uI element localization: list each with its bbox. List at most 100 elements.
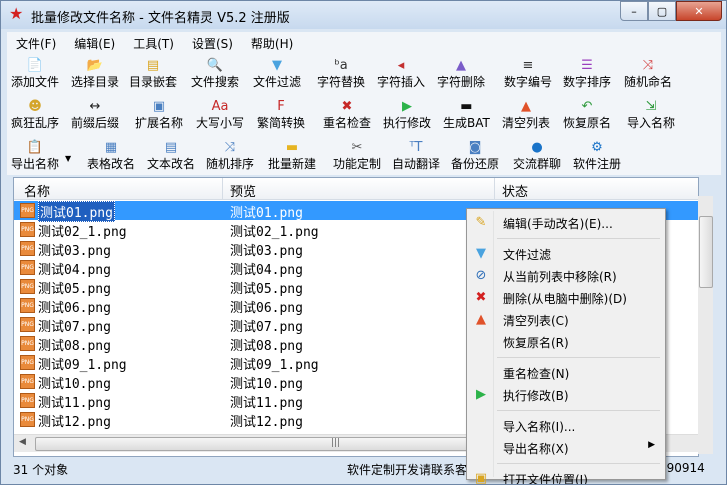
context-menu-item[interactable]: ▣ 打开文件位置(I) <box>469 468 663 484</box>
file-preview-name: 测试12.png <box>230 415 303 430</box>
context-menu-item-label: 执行修改(B) <box>503 389 569 403</box>
context-menu-item[interactable]: 导出名称(X) ▶ <box>469 437 663 458</box>
toolbar-button-label: 疯狂乱序 <box>11 116 60 130</box>
column-preview-header[interactable]: 预览 <box>230 181 256 200</box>
toolbar-button-label: 交流群聊 <box>513 157 562 171</box>
toolbar-button-label: 随机排序 <box>206 157 255 171</box>
toolbar-button-extension[interactable]: ▣ 扩展名称 <box>135 97 183 130</box>
toolbar-button-translate[interactable]: ᵀT 自动翻译 <box>392 138 440 171</box>
png-file-icon: PNG <box>20 355 35 370</box>
register-icon: ⚙ <box>591 140 603 155</box>
toolbar-button-random-sort[interactable]: ⤨ 随机排序 <box>206 138 254 171</box>
column-name-header[interactable]: 名称 <box>24 181 50 200</box>
delete-icon: ✖ <box>475 290 487 305</box>
toolbar-button-clear-list[interactable]: ▲ 清空列表 <box>502 97 550 130</box>
object-count: 31 个对象 <box>13 463 69 477</box>
png-file-icon: PNG <box>20 260 35 275</box>
toolbar-button-folder-nest[interactable]: ▤ 目录嵌套 <box>129 56 177 89</box>
toolbar-button-shuffle[interactable]: ⤨ 随机命名 <box>624 56 672 89</box>
scroll-left-icon[interactable]: ◀ <box>19 437 26 447</box>
minimize-button[interactable]: – <box>620 1 648 21</box>
context-menu-item[interactable]: 重名检查(N) <box>469 362 663 383</box>
title-bar: ★ 批量修改文件名称 - 文件名精灵 V5.2 注册版 – ▢ ✕ <box>1 1 726 29</box>
toolbar-button-label: 批量新建 <box>268 157 317 171</box>
context-menu-item-label: 重名检查(N) <box>503 367 570 381</box>
backup-icon: ◙ <box>468 140 482 155</box>
toolbar-button-search[interactable]: 🔍 文件搜索 <box>191 56 239 89</box>
file-name: 测试04.png <box>38 263 111 278</box>
toolbar-button-number[interactable]: ≡ 数字编号 <box>504 56 552 89</box>
toolbar-button-custom[interactable]: ✂ 功能定制 <box>333 138 381 171</box>
context-menu: ✎ 编辑(手动改名)(E)... ▼ 文件过滤 ⊘ 从当前列表中移除(R) ✖ 删除(从电脑中… <box>466 208 666 484</box>
menu-edit[interactable]: 编辑(E) <box>65 35 124 52</box>
toolbar-button-label: 数字排序 <box>563 75 612 89</box>
toolbar-button-new-folder[interactable]: ▬ 批量新建 <box>268 138 316 171</box>
maximize-button[interactable]: ▢ <box>648 1 676 21</box>
toolbar-button-label: 导入名称 <box>627 116 676 130</box>
random-sort-icon: ⤨ <box>224 140 236 155</box>
toolbar-button-prefix-suffix[interactable]: ↔ 前缀后缀 <box>71 97 119 130</box>
context-menu-item[interactable]: ▶ 执行修改(B) <box>469 384 663 405</box>
toolbar-button-check[interactable]: ✖ 重名检查 <box>323 97 371 130</box>
toolbar-button-replace[interactable]: ᵇa 字符替换 <box>317 56 365 89</box>
close-button[interactable]: ✕ <box>676 1 722 21</box>
menu-tools[interactable]: 工具(T) <box>124 35 183 52</box>
toolbar-button-crazy[interactable]: ☻ 疯狂乱序 <box>11 97 59 130</box>
context-menu-item[interactable]: ⊘ 从当前列表中移除(R) <box>469 265 663 286</box>
toolbar-button-import[interactable]: ⇲ 导入名称 <box>627 97 675 130</box>
list-header: 名称 预览 状态 <box>14 178 698 200</box>
text-icon: ▤ <box>164 140 178 155</box>
toolbar-button-filter[interactable]: ▼ 文件过滤 <box>253 56 301 89</box>
context-menu-item[interactable]: 导入名称(I)... <box>469 415 663 436</box>
context-menu-item[interactable]: 恢复原名(R) <box>469 331 663 352</box>
toolbar-button-bat[interactable]: ▬ 生成BAT <box>443 97 490 130</box>
menu-separator <box>497 357 660 358</box>
toolbar-button-convert[interactable]: F 繁简转换 <box>257 97 305 130</box>
vertical-scrollbar[interactable] <box>698 196 713 454</box>
toolbar-button-label: 目录嵌套 <box>129 75 178 89</box>
toolbar-button-label: 文件搜索 <box>191 75 240 89</box>
toolbar-button-insert[interactable]: ◂ 字符插入 <box>377 56 425 89</box>
add-file-icon: 📄 <box>26 58 44 73</box>
toolbar-button-add-file[interactable]: 📄 添加文件 <box>11 56 59 89</box>
toolbar-button-folder[interactable]: 📂 选择目录 <box>71 56 119 89</box>
toolbar-button-label: 字符删除 <box>437 75 486 89</box>
toolbar-button-restore[interactable]: ↶ 恢复原名 <box>563 97 611 130</box>
context-menu-item[interactable]: ▼ 文件过滤 <box>469 243 663 264</box>
convert-icon: F <box>277 99 285 114</box>
toolbar-button-chat[interactable]: ● 交流群聊 <box>513 138 561 171</box>
toolbar-button-sort[interactable]: ☰ 数字排序 <box>563 56 611 89</box>
file-preview-name: 测试04.png <box>230 263 303 278</box>
toolbar-button-text[interactable]: ▤ 文本改名 <box>147 138 195 171</box>
context-menu-item[interactable]: ▲ 清空列表(C) <box>469 309 663 330</box>
menu-file[interactable]: 文件(F) <box>7 35 65 52</box>
toolbar-button-label: 导出名称 <box>11 157 60 171</box>
toolbar-button-export[interactable]: 📋 导出名称 <box>11 138 59 171</box>
clear-list-icon: ▲ <box>476 312 486 327</box>
menu-help[interactable]: 帮助(H) <box>242 35 302 52</box>
vertical-scroll-thumb[interactable] <box>699 216 713 288</box>
file-name: 测试11.png <box>38 396 111 411</box>
toolbar-button-delete-char[interactable]: ▲ 字符删除 <box>437 56 485 89</box>
file-name: 测试03.png <box>38 244 111 259</box>
folder-nest-icon: ▤ <box>146 58 160 73</box>
toolbar-button-backup[interactable]: ◙ 备份还原 <box>451 138 499 171</box>
toolbar-button-register[interactable]: ⚙ 软件注册 <box>573 138 621 171</box>
search-icon: 🔍 <box>206 58 224 73</box>
png-file-icon: PNG <box>20 374 35 389</box>
toolbar-button-case[interactable]: Aa 大写小写 <box>196 97 244 130</box>
column-status-header[interactable]: 状态 <box>502 181 528 200</box>
file-preview-name: 测试06.png <box>230 301 303 316</box>
toolbar-button-label: 添加文件 <box>11 75 60 89</box>
translate-icon: ᵀT <box>409 140 423 155</box>
toolbar-button-run[interactable]: ▶ 执行修改 <box>383 97 431 130</box>
context-menu-item[interactable]: ✖ 删除(从电脑中删除)(D) <box>469 287 663 308</box>
file-preview-name: 测试01.png <box>230 206 303 221</box>
context-menu-item[interactable]: ✎ 编辑(手动改名)(E)... <box>469 212 663 233</box>
file-preview-name: 测试10.png <box>230 377 303 392</box>
toolbar-button-label: 清空列表 <box>502 116 551 130</box>
toolbar-button-table[interactable]: ▦ 表格改名 <box>87 138 135 171</box>
menu-settings[interactable]: 设置(S) <box>183 35 242 52</box>
new-folder-icon: ▬ <box>285 140 299 155</box>
export-dropdown-arrow-icon[interactable]: ▼ <box>65 154 71 163</box>
